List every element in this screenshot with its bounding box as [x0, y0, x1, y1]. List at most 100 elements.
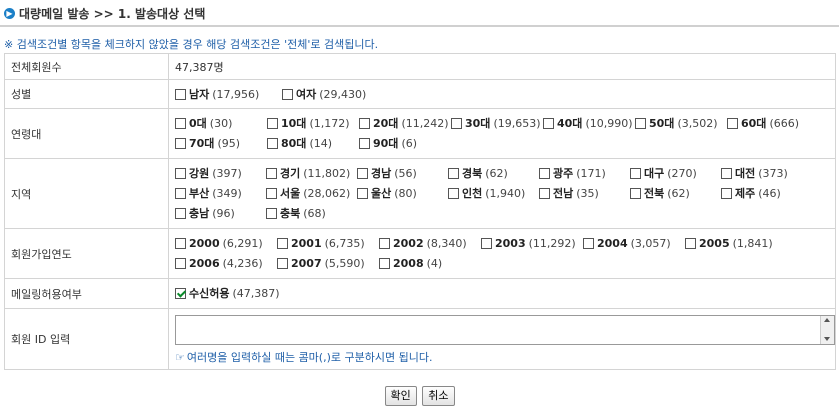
region-option[interactable]: 인천 (1,940): [448, 184, 539, 204]
age-options: 0대 (30) 10대 (1,172) 20대 (11,242) 30대 (19,653) 40…: [175, 111, 835, 156]
age-checkbox[interactable]: [175, 138, 186, 149]
age-checkbox[interactable]: [727, 118, 738, 129]
age-label: 연령대: [4, 108, 169, 159]
gender-option[interactable]: 여자 (29,430): [282, 85, 389, 105]
region-checkbox[interactable]: [448, 168, 459, 179]
join-year-option[interactable]: 2001 (6,735): [277, 234, 379, 254]
join-year-option[interactable]: 2000 (6,291): [175, 234, 277, 254]
option-count: (11,802): [303, 167, 351, 180]
region-option[interactable]: 서울 (28,062): [266, 184, 357, 204]
region-checkbox[interactable]: [175, 168, 186, 179]
age-checkbox[interactable]: [175, 118, 186, 129]
region-checkbox[interactable]: [266, 168, 277, 179]
option-label: 남자: [189, 87, 210, 101]
region-checkbox[interactable]: [630, 168, 641, 179]
option-count: (14): [309, 137, 333, 150]
region-option[interactable]: 전남 (35): [539, 184, 630, 204]
region-option[interactable]: 부산 (349): [175, 184, 266, 204]
region-checkbox[interactable]: [266, 188, 277, 199]
age-checkbox[interactable]: [267, 138, 278, 149]
confirm-button[interactable]: 확인: [384, 386, 417, 406]
option-label: 2006: [189, 257, 220, 270]
join-year-checkbox[interactable]: [175, 238, 186, 249]
textarea-scrollbar[interactable]: [820, 316, 834, 344]
region-option[interactable]: 경남 (56): [357, 164, 448, 184]
age-option[interactable]: 60대 (666): [727, 114, 819, 134]
join-year-options: 2000 (6,291) 2001 (6,735) 2002 (8,340) 2003 (11…: [175, 231, 835, 276]
age-option[interactable]: 50대 (3,502): [635, 114, 727, 134]
age-option[interactable]: 20대 (11,242): [359, 114, 451, 134]
gender-checkbox[interactable]: [282, 88, 293, 100]
region-checkbox[interactable]: [721, 188, 732, 199]
region-checkbox[interactable]: [357, 168, 368, 179]
region-option[interactable]: 경북 (62): [448, 164, 539, 184]
join-year-option[interactable]: 2002 (8,340): [379, 234, 481, 254]
region-option[interactable]: 대전 (373): [721, 164, 812, 184]
age-option[interactable]: 80대 (14): [267, 134, 359, 154]
age-checkbox[interactable]: [451, 118, 462, 129]
gender-options: 남자 (17,956) 여자 (29,430): [175, 82, 835, 107]
age-option[interactable]: 10대 (1,172): [267, 114, 359, 134]
join-year-option[interactable]: 2005 (1,841): [685, 234, 787, 254]
join-year-checkbox[interactable]: [277, 258, 288, 269]
region-checkbox[interactable]: [539, 188, 550, 199]
option-label: 2007: [291, 257, 322, 270]
join-year-option[interactable]: 2003 (11,292): [481, 234, 583, 254]
age-checkbox[interactable]: [359, 138, 370, 149]
age-option[interactable]: 30대 (19,653): [451, 114, 543, 134]
region-option[interactable]: 충남 (96): [175, 204, 266, 224]
join-year-option[interactable]: 2004 (3,057): [583, 234, 685, 254]
gender-row: 성별 남자 (17,956) 여자 (29,430): [4, 79, 836, 109]
option-label: 강원: [189, 167, 210, 180]
join-year-checkbox[interactable]: [277, 238, 288, 249]
region-checkbox[interactable]: [448, 188, 459, 199]
region-checkbox[interactable]: [175, 208, 186, 219]
option-label: 40대: [557, 117, 583, 130]
scroll-down-icon[interactable]: [824, 337, 830, 341]
age-option[interactable]: 90대 (6): [359, 134, 451, 154]
option-label: 서울: [280, 187, 301, 200]
region-option[interactable]: 강원 (397): [175, 164, 266, 184]
gender-checkbox[interactable]: [175, 88, 186, 100]
region-option[interactable]: 광주 (171): [539, 164, 630, 184]
region-checkbox[interactable]: [539, 168, 550, 179]
join-year-option[interactable]: 2007 (5,590): [277, 254, 379, 274]
age-checkbox[interactable]: [267, 118, 278, 129]
option-count: (397): [212, 167, 242, 180]
region-option[interactable]: 전북 (62): [630, 184, 721, 204]
join-year-checkbox[interactable]: [583, 238, 594, 249]
mailing-option[interactable]: 수신허용 (47,387): [175, 284, 315, 304]
join-year-checkbox[interactable]: [481, 238, 492, 249]
age-option[interactable]: 70대 (95): [175, 134, 267, 154]
join-year-checkbox[interactable]: [379, 258, 390, 269]
region-checkbox[interactable]: [721, 168, 732, 179]
option-label: 충북: [280, 207, 301, 220]
age-checkbox[interactable]: [635, 118, 646, 129]
region-checkbox[interactable]: [357, 188, 368, 199]
join-year-checkbox[interactable]: [685, 238, 696, 249]
option-count: (6): [401, 137, 418, 150]
mailing-checkbox[interactable]: [175, 288, 186, 299]
member-id-textarea[interactable]: [175, 315, 835, 345]
join-year-checkbox[interactable]: [175, 258, 186, 269]
region-checkbox[interactable]: [266, 208, 277, 219]
region-option[interactable]: 경기 (11,802): [266, 164, 357, 184]
join-year-option[interactable]: 2008 (4): [379, 254, 481, 274]
join-year-option[interactable]: 2006 (4,236): [175, 254, 277, 274]
region-checkbox[interactable]: [175, 188, 186, 199]
age-option[interactable]: 40대 (10,990): [543, 114, 635, 134]
region-option[interactable]: 충북 (68): [266, 204, 357, 224]
join-year-checkbox[interactable]: [379, 238, 390, 249]
age-checkbox[interactable]: [359, 118, 370, 129]
option-count: (80): [394, 187, 417, 200]
option-count: (6,291): [222, 237, 263, 250]
scroll-up-icon[interactable]: [824, 318, 830, 322]
cancel-button[interactable]: 취소: [422, 386, 455, 406]
region-checkbox[interactable]: [630, 188, 641, 199]
gender-option[interactable]: 남자 (17,956): [175, 85, 282, 105]
region-option[interactable]: 울산 (80): [357, 184, 448, 204]
age-checkbox[interactable]: [543, 118, 554, 129]
region-option[interactable]: 대구 (270): [630, 164, 721, 184]
age-option[interactable]: 0대 (30): [175, 114, 267, 134]
region-option[interactable]: 제주 (46): [721, 184, 812, 204]
